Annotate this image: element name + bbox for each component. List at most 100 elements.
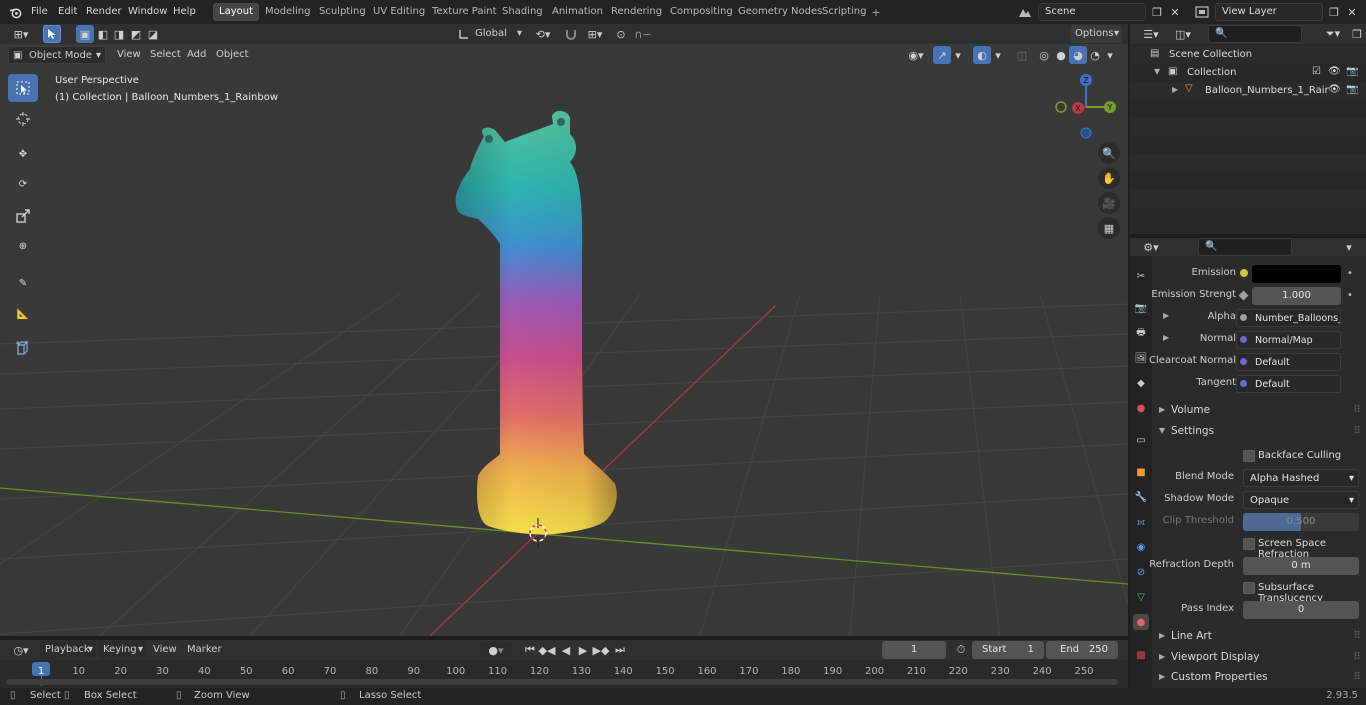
tool-scale[interactable] [8, 202, 38, 230]
viewport-display-panel-header[interactable]: ▶ Viewport Display ⠿ [1153, 647, 1363, 667]
clearcoat-normal-field[interactable]: Default [1236, 353, 1341, 371]
shadow-mode-dropdown[interactable]: Opaque ▾ [1243, 491, 1359, 509]
physics-tab-icon[interactable]: ◉ [1133, 539, 1149, 555]
alpha-expand-icon[interactable]: ▶ [1163, 311, 1169, 320]
tab-rendering[interactable]: Rendering [605, 3, 668, 21]
object-eye-icon[interactable]: 👁 [1328, 84, 1341, 95]
menu-object[interactable]: Object [211, 46, 254, 64]
tool-rotate[interactable]: ⟳ [8, 170, 38, 198]
world-tab-icon[interactable]: ● [1133, 400, 1149, 416]
tab-texture-paint[interactable]: Texture Paint [426, 3, 503, 21]
modifier-tab-icon[interactable]: 🔧 [1133, 489, 1149, 505]
line-art-panel-header[interactable]: ▶ Line Art ⠿ [1153, 626, 1363, 646]
shading-dropdown-icon[interactable]: ▾ [1104, 46, 1116, 64]
collection-expand-icon[interactable]: ▼ [1154, 67, 1160, 76]
add-workspace-icon[interactable]: + [867, 3, 885, 21]
jump-keyframe-forward-icon[interactable]: ▶◆ [592, 641, 610, 659]
outliner-row-object[interactable]: ▶ ▽ Balloon_Numbers_1_Rair 👁 📷 [1130, 82, 1366, 100]
menu-render[interactable]: Render [86, 3, 122, 21]
pivot-point-icon[interactable]: ⟲▾ [530, 25, 556, 43]
backface-culling-checkbox[interactable] [1243, 450, 1255, 462]
new-view-layer-icon[interactable]: ❐ [1325, 3, 1343, 21]
volume-drag-handle-icon[interactable]: ⠿ [1353, 400, 1361, 420]
data-tab-icon[interactable]: ▽ [1133, 589, 1149, 605]
material-preview-icon[interactable]: ◕ [1069, 46, 1087, 64]
menu-add[interactable]: Add [182, 46, 211, 64]
outliner-filter-icon[interactable]: ⏷▾ [1320, 25, 1346, 43]
preview-range-icon[interactable]: ⏱ [952, 641, 970, 659]
transform-orientation-dropdown[interactable]: Global ▾ [470, 25, 525, 43]
tool-tab-icon[interactable]: ✂ [1133, 268, 1149, 284]
jump-start-icon[interactable]: ⏮ [521, 641, 539, 659]
scene-field[interactable]: Scene [1038, 3, 1146, 21]
snap-icon[interactable] [562, 25, 580, 43]
refraction-depth-field[interactable]: 0 m [1243, 557, 1359, 575]
jump-end-icon[interactable]: ⏭ [611, 641, 629, 659]
tab-sculpting[interactable]: Sculpting [313, 3, 372, 21]
falloff-icon[interactable]: ∩∽ [630, 25, 656, 43]
select-mode-subtract-icon[interactable]: ◨ [110, 25, 128, 43]
emission-color-field[interactable] [1252, 265, 1341, 283]
jump-keyframe-back-icon[interactable]: ◆◀ [538, 641, 556, 659]
3d-viewport[interactable]: User Perspective (1) Collection | Balloo… [0, 44, 1128, 636]
collection-checkbox-icon[interactable]: ☑ [1312, 66, 1321, 77]
custom-properties-panel-header[interactable]: ▶ Custom Properties ⠿ [1153, 667, 1363, 687]
normal-expand-icon[interactable]: ▶ [1163, 333, 1169, 342]
emission-keyframe-icon[interactable]: • [1347, 268, 1353, 279]
menu-file[interactable]: File [31, 3, 48, 21]
render-tab-icon[interactable]: 📷 [1133, 300, 1149, 316]
view-layer-tab-icon[interactable]: 🖼 [1133, 350, 1149, 366]
view-layer-icon[interactable] [1190, 3, 1214, 21]
tool-move[interactable]: ✥ [8, 140, 38, 168]
object-expand-icon[interactable]: ▶ [1172, 85, 1178, 94]
pass-index-field[interactable]: 0 [1243, 601, 1359, 619]
perspective-grid-icon[interactable]: ▦ [1098, 217, 1120, 239]
blend-mode-dropdown[interactable]: Alpha Hashed ▾ [1243, 469, 1359, 487]
tab-uv-editing[interactable]: UV Editing [367, 3, 431, 21]
select-mode-invert-icon[interactable]: ◩ [127, 25, 145, 43]
tab-geometry-nodes[interactable]: Geometry Nodes [732, 3, 828, 21]
delete-scene-icon[interactable]: ✕ [1166, 3, 1184, 21]
volume-panel-header[interactable]: ▶ Volume ⠿ [1153, 400, 1363, 420]
navigation-gizmo[interactable]: Z Y X [1050, 70, 1120, 140]
outliner-editor-type-icon[interactable]: ☰▾ [1138, 25, 1164, 43]
gizmo-dropdown-icon[interactable]: ▾ [952, 46, 964, 64]
custom-properties-drag-handle-icon[interactable]: ⠿ [1353, 667, 1361, 687]
timeline-scrollbar[interactable] [6, 679, 1118, 685]
viewport-display-drag-handle-icon[interactable]: ⠿ [1353, 647, 1361, 667]
object-tab-icon[interactable]: ■ [1133, 464, 1149, 480]
settings-panel-header[interactable]: ▼ Settings ⠿ [1153, 421, 1363, 441]
proportional-edit-icon[interactable]: ⊙ [612, 25, 630, 43]
menu-help[interactable]: Help [173, 3, 196, 21]
camera-view-icon[interactable]: 🎥 [1098, 192, 1120, 214]
collection-camera-icon[interactable]: 📷 [1346, 66, 1358, 77]
timeline-editor-type-icon[interactable]: ◷▾ [8, 641, 34, 659]
alpha-link-field[interactable]: Number_Balloons_1... [1236, 309, 1341, 327]
zoom-icon[interactable]: 🔍 [1098, 142, 1120, 164]
overlays-dropdown-icon[interactable]: ▾ [992, 46, 1004, 64]
snap-target-icon[interactable]: ⊞▾ [582, 25, 608, 43]
delete-view-layer-icon[interactable]: ✕ [1343, 3, 1361, 21]
overlays-icon[interactable]: ◐ [973, 46, 991, 64]
new-collection-icon[interactable]: ❐ [1348, 25, 1366, 43]
xray-icon[interactable]: ◫ [1013, 46, 1031, 64]
mode-dropdown[interactable]: ▣ Object Mode ▾ [8, 46, 106, 64]
pan-hand-icon[interactable]: ✋ [1098, 167, 1120, 189]
tool-add-cube[interactable] [8, 334, 38, 362]
tab-scripting[interactable]: Scripting [816, 3, 872, 21]
visibility-icon[interactable]: ◉▾ [903, 46, 929, 64]
settings-drag-handle-icon[interactable]: ⠿ [1353, 421, 1361, 441]
collection-tab-icon[interactable]: ▭ [1133, 432, 1149, 448]
clip-threshold-slider[interactable]: 0.500 [1243, 513, 1359, 531]
constraints-tab-icon[interactable]: ⊘ [1133, 564, 1149, 580]
blender-logo-icon[interactable] [6, 3, 24, 21]
select-mode-new-icon[interactable]: ▣ [76, 25, 94, 43]
tab-modeling[interactable]: Modeling [259, 3, 317, 21]
output-tab-icon[interactable]: 🖶 [1133, 325, 1149, 341]
play-icon[interactable]: ▶ [574, 641, 592, 659]
properties-editor-type-icon[interactable]: ⚙▾ [1138, 238, 1164, 256]
texture-tab-icon[interactable]: ▩ [1133, 647, 1149, 663]
editor-type-icon[interactable]: ⊞▾ [8, 25, 34, 43]
options-dropdown[interactable]: Options ▾ [1070, 25, 1122, 43]
current-frame-field[interactable]: 1 [882, 641, 946, 659]
